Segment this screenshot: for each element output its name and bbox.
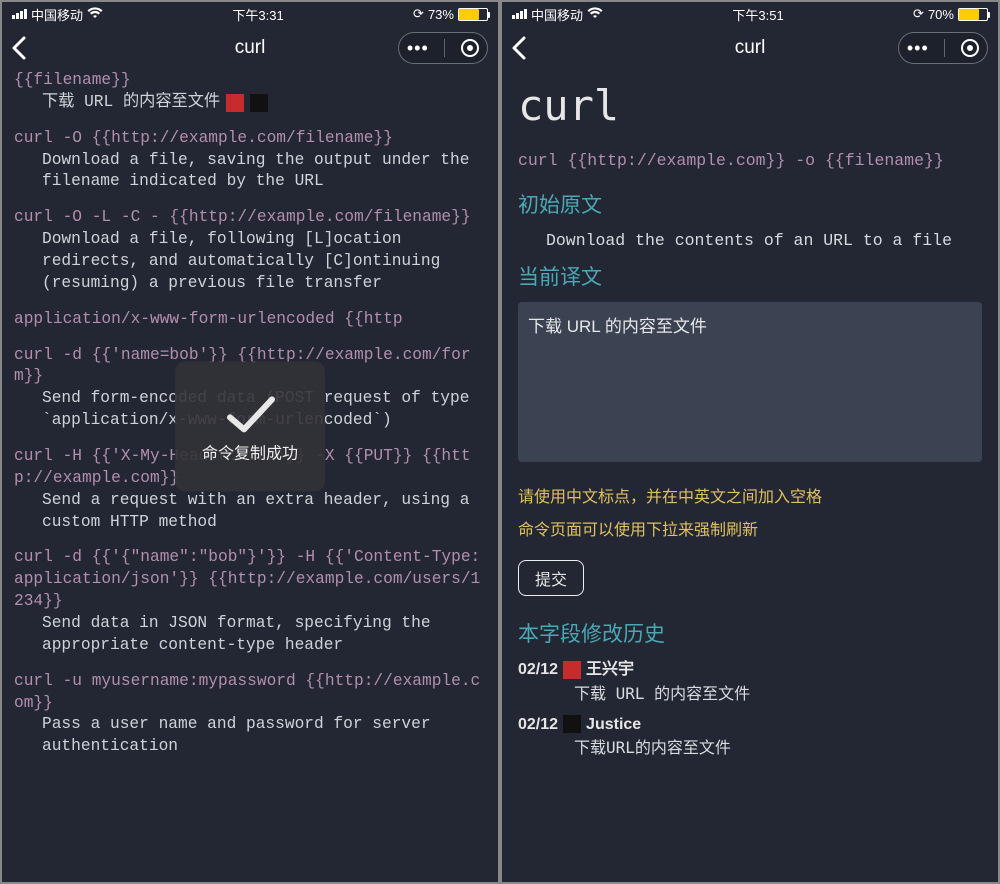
original-text: Download the contents of an URL to a fil… [518,229,982,253]
avatar-icon [226,94,244,112]
menu-button[interactable]: ••• [907,38,929,59]
carrier-label: 中国移动 [531,5,583,24]
history-date: 02/12 [518,713,558,736]
hint-text: 命令页面可以使用下拉来强制刷新 [518,519,982,542]
submit-button[interactable]: 提交 [518,560,584,596]
cmd-description: 下载 URL 的内容至文件 [42,92,220,114]
edit-form: curl curl {{http://example.com}} -o {{fi… [502,70,998,882]
cmd-line: curl -O {{http://example.com/filename}} [14,128,486,150]
close-button[interactable] [461,39,479,57]
right-screen: 中国移动 下午3:51 ⟳ 70% curl ••• curl curl {{h… [502,2,998,882]
cmd-line: curl -u myusername:mypassword {{http://e… [14,671,486,715]
avatar-icon [563,715,581,733]
back-button[interactable] [10,34,28,69]
list-item[interactable]: curl -u myusername:mypassword {{http://e… [14,671,486,758]
cmd-description: Pass a user name and password for server… [14,714,486,758]
partial-cmd: {{filename}} [14,70,486,92]
hint-text: 请使用中文标点，并在中英文之间加入空格 [518,486,982,509]
history-item: 02/12 Justice 下载URL的内容至文件 [518,713,982,759]
list-item[interactable]: curl -O -L -C - {{http://example.com/fil… [14,207,486,294]
cmd-description: Send data in JSON format, specifying the… [14,613,486,657]
cmd-description: Download a file, saving the output under… [14,150,486,194]
nav-bar: curl ••• [502,26,998,70]
wifi-icon [87,6,103,22]
cmd-description: Download a file, following [L]ocation re… [14,229,486,295]
battery-icon [458,8,488,21]
cmd-line: curl {{http://example.com}} -o {{filenam… [518,149,982,173]
wifi-icon [587,6,603,22]
history-item: 02/12 王兴宇 下载 URL 的内容至文件 [518,658,982,704]
cmd-description: Send a request with an extra header, usi… [14,490,486,534]
close-button[interactable] [961,39,979,57]
signal-icon [12,9,27,19]
avatar-icon [250,94,268,112]
history-text: 下载 URL 的内容至文件 [518,682,982,705]
left-screen: 中国移动 下午3:31 ⟳ 73% curl ••• {{filename}} … [2,2,498,882]
cmd-line: curl -O -L -C - {{http://example.com/fil… [14,207,486,229]
clock-label: 下午3:51 [732,5,783,24]
translation-input[interactable] [518,302,982,462]
section-translation-heading: 当前译文 [518,263,982,293]
signal-icon [512,9,527,19]
section-history-heading: 本字段修改历史 [518,620,982,650]
status-bar: 中国移动 下午3:51 ⟳ 70% [502,2,998,26]
rotation-lock-icon: ⟳ [913,6,924,22]
menu-button[interactable]: ••• [407,38,429,59]
cmd-line: application/x-www-form-urlencoded {{http [14,309,486,331]
history-text: 下载URL的内容至文件 [518,736,982,759]
rotation-lock-icon: ⟳ [413,6,424,22]
copy-success-toast: 命令复制成功 [175,361,325,491]
page-title: curl [735,37,766,59]
section-original-heading: 初始原文 [518,191,982,221]
history-user: Justice [586,713,641,736]
clock-label: 下午3:31 [232,5,283,24]
status-bar: 中国移动 下午3:31 ⟳ 73% [2,2,498,26]
carrier-label: 中国移动 [31,5,83,24]
toast-label: 命令复制成功 [202,439,298,463]
nav-bar: curl ••• [2,26,498,70]
battery-pct-label: 73% [428,7,454,22]
back-button[interactable] [510,34,528,69]
command-heading: curl [518,76,982,137]
check-icon [220,389,280,439]
battery-icon [958,8,988,21]
miniprogram-capsule: ••• [898,32,988,64]
history-date: 02/12 [518,658,558,681]
avatar-icon [563,661,581,679]
list-item[interactable]: curl -O {{http://example.com/filename}} … [14,128,486,194]
list-item[interactable]: application/x-www-form-urlencoded {{http [14,309,486,331]
page-title: curl [235,37,266,59]
history-user: 王兴宇 [586,658,634,681]
cmd-line: curl -d {{'{"name":"bob"}'}} -H {{'Conte… [14,547,486,613]
battery-pct-label: 70% [928,7,954,22]
list-item[interactable]: 下载 URL 的内容至文件 [14,92,486,114]
list-item[interactable]: curl -d {{'{"name":"bob"}'}} -H {{'Conte… [14,547,486,656]
miniprogram-capsule: ••• [398,32,488,64]
